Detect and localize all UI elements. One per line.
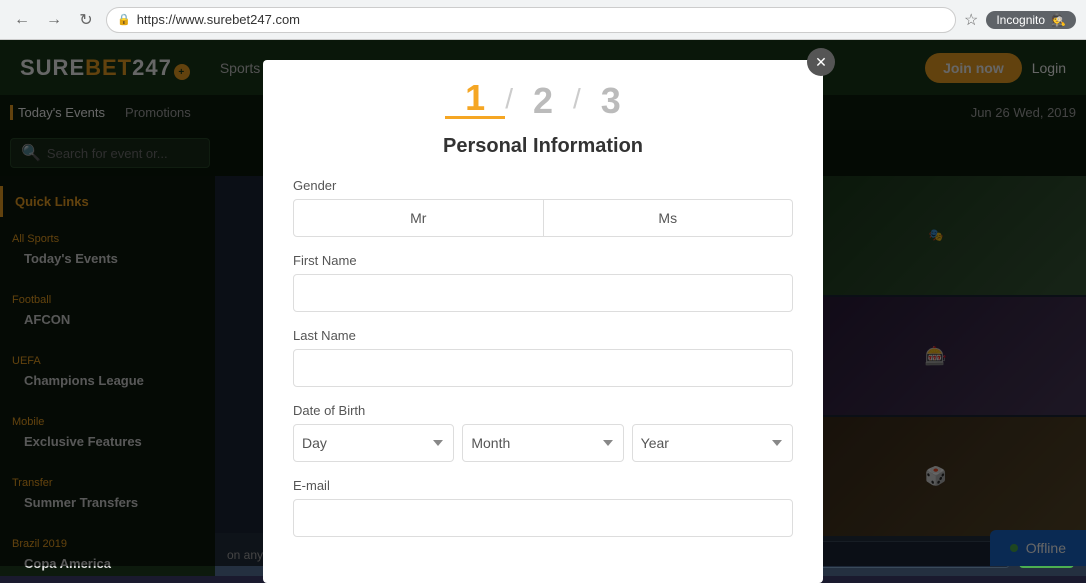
email-input[interactable] xyxy=(293,499,793,537)
site-wrapper: SUREBET247+ Sports Live Betting Casino L… xyxy=(0,40,1086,566)
modal-title: Personal Information xyxy=(293,135,793,158)
email-group: E-mail xyxy=(293,478,793,537)
gender-ms-button[interactable]: Ms xyxy=(544,199,794,237)
step-1: 1 xyxy=(445,80,505,119)
step-divider-2: / xyxy=(573,83,581,115)
day-select[interactable]: Day xyxy=(293,424,454,462)
incognito-icon: 🕵 xyxy=(1051,13,1066,27)
gender-label: Gender xyxy=(293,178,793,193)
reload-button[interactable]: ↻ xyxy=(74,8,98,32)
first-name-input[interactable] xyxy=(293,274,793,312)
address-bar[interactable]: 🔒 https://www.surebet247.com xyxy=(106,7,956,33)
step-2: 2 xyxy=(513,83,573,119)
dob-group: Date of Birth Day Month Year xyxy=(293,403,793,462)
back-button[interactable]: ← xyxy=(10,8,34,32)
incognito-label: Incognito xyxy=(996,13,1045,27)
lock-icon: 🔒 xyxy=(117,13,131,26)
first-name-label: First Name xyxy=(293,253,793,268)
email-label: E-mail xyxy=(293,478,793,493)
modal-overlay: ✕ 1 / 2 / 3 Personal Information Gender … xyxy=(0,40,1086,566)
dob-label: Date of Birth xyxy=(293,403,793,418)
year-select[interactable]: Year xyxy=(632,424,793,462)
modal-close-button[interactable]: ✕ xyxy=(807,48,835,76)
date-row: Day Month Year xyxy=(293,424,793,462)
gender-mr-button[interactable]: Mr xyxy=(293,199,544,237)
bookmark-button[interactable]: ☆ xyxy=(964,10,978,30)
url-text: https://www.surebet247.com xyxy=(137,12,300,27)
gender-group: Gender Mr Ms xyxy=(293,178,793,237)
registration-modal: ✕ 1 / 2 / 3 Personal Information Gender … xyxy=(263,60,823,583)
step-divider-1: / xyxy=(505,83,513,115)
incognito-indicator: Incognito 🕵 xyxy=(986,11,1076,29)
step-3: 3 xyxy=(581,83,641,119)
steps-indicator: 1 / 2 / 3 xyxy=(293,80,793,119)
gender-row: Mr Ms xyxy=(293,199,793,237)
last-name-group: Last Name xyxy=(293,328,793,387)
forward-button[interactable]: → xyxy=(42,8,66,32)
browser-chrome: ← → ↻ 🔒 https://www.surebet247.com ☆ Inc… xyxy=(0,0,1086,40)
month-select[interactable]: Month xyxy=(462,424,623,462)
last-name-label: Last Name xyxy=(293,328,793,343)
first-name-group: First Name xyxy=(293,253,793,312)
last-name-input[interactable] xyxy=(293,349,793,387)
